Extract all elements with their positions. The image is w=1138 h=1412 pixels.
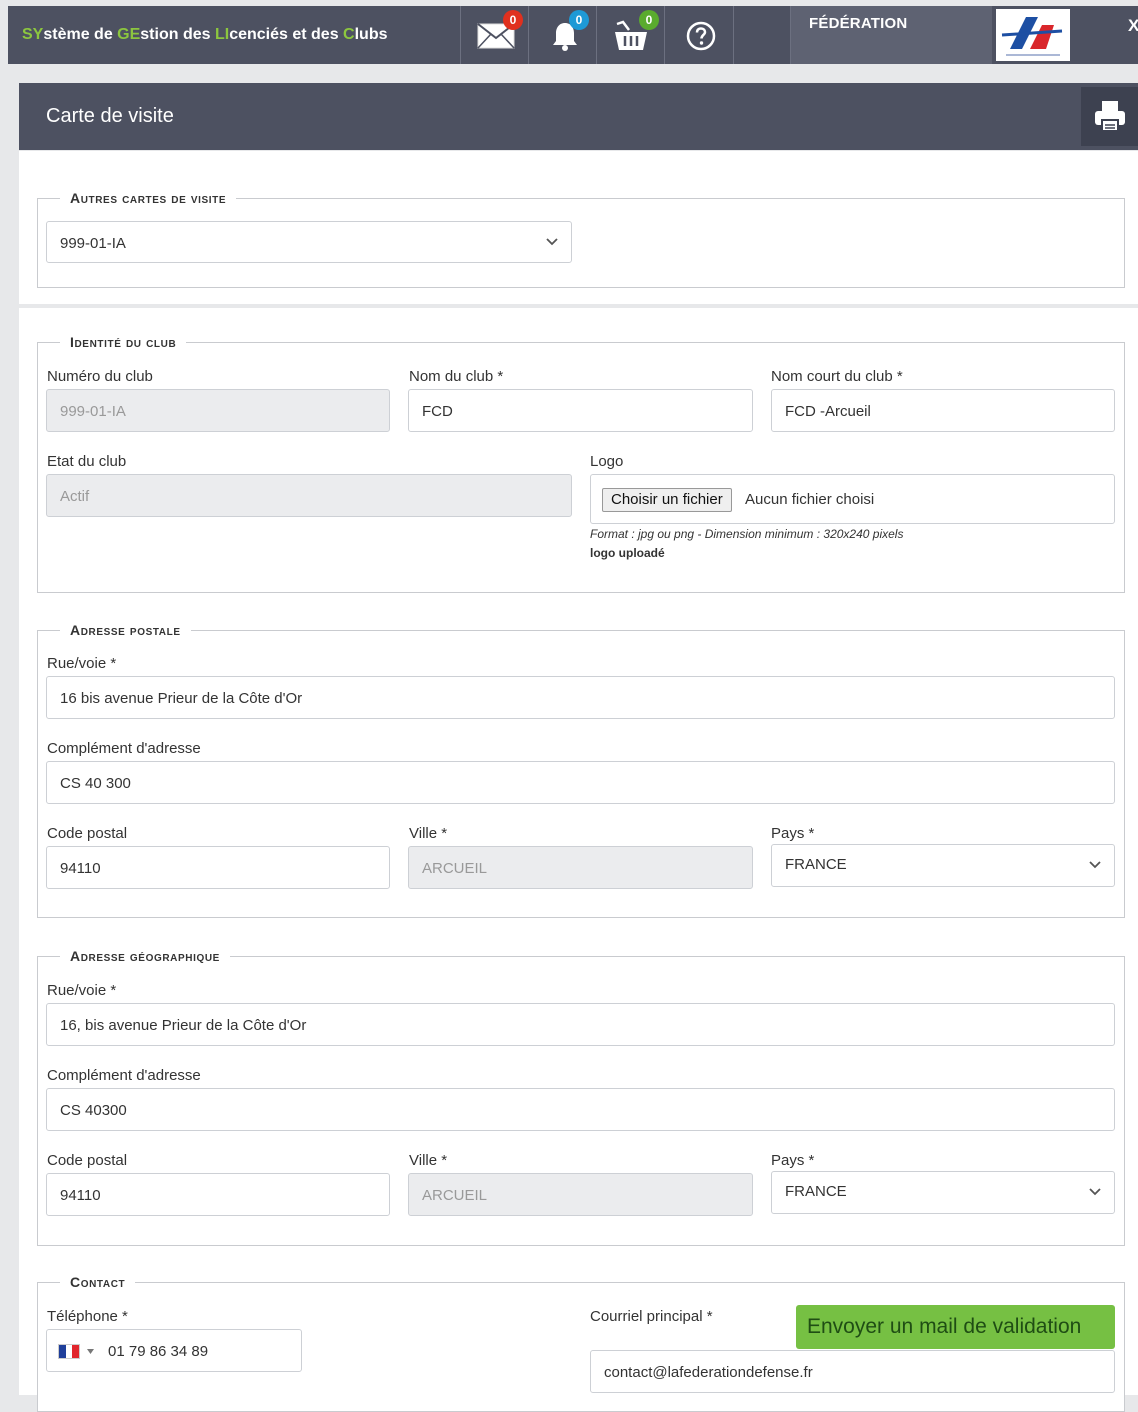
logo-label: Logo [590, 453, 624, 470]
messages-button[interactable]: 0 [460, 6, 528, 64]
phone-value: 01 79 86 34 89 [108, 1343, 209, 1360]
cart-count-badge: 0 [639, 10, 659, 30]
printer-icon [1095, 101, 1125, 132]
logo-format-hint: Format : jpg ou png - Dimension minimum … [590, 527, 904, 541]
geo-city-field[interactable]: ARCUEIL [408, 1173, 753, 1216]
mail-count-badge: 0 [503, 10, 523, 30]
notifications-button[interactable]: 0 [528, 6, 596, 64]
app-title-part: C [343, 26, 355, 43]
geo-zip-label: Code postal [47, 1152, 128, 1169]
chevron-down-icon [1089, 1188, 1101, 1196]
federation-logo-image [1001, 15, 1063, 56]
club-short-name-label: Nom court du club * [771, 368, 903, 385]
logo-file-input[interactable]: Choisir un fichier Aucun fichier choisi [590, 474, 1115, 524]
app-title-part: cenciés et des [229, 26, 344, 43]
other-cards-legend: Autres cartes de visite [60, 190, 237, 206]
app-title: SYstème de GEstion des LIcenciés et des … [22, 26, 387, 44]
postal-country-select[interactable]: FRANCE [771, 844, 1115, 887]
club-short-name-field[interactable]: FCD -Arcueil [771, 389, 1115, 432]
postal-city-field[interactable]: ARCUEIL [408, 846, 753, 889]
postal-zip-field[interactable]: 94110 [46, 846, 390, 889]
top-navbar: SYstème de GEstion des LIcenciés et des … [8, 6, 1138, 64]
page-header: Carte de visite [19, 83, 1138, 150]
postal-street-field[interactable]: 16 bis avenue Prieur de la Côte d'Or [46, 676, 1115, 719]
notification-count-badge: 0 [569, 10, 589, 30]
postal-street-label: Rue/voie * [47, 655, 117, 672]
geo-complement-label: Complément d'adresse [47, 1067, 201, 1084]
close-button[interactable]: X [1128, 16, 1138, 36]
postal-country-label: Pays * [771, 825, 815, 842]
send-validation-mail-button[interactable]: Envoyer un mail de validation [796, 1305, 1115, 1349]
club-number-field[interactable]: 999-01-IA [46, 389, 390, 432]
email-label: Courriel principal * [590, 1308, 713, 1325]
app-title-part: SY [22, 26, 44, 43]
caret-down-icon [87, 1349, 94, 1354]
phone-label: Téléphone * [47, 1308, 128, 1325]
geo-zip-field[interactable]: 94110 [46, 1173, 390, 1216]
help-button[interactable] [664, 6, 734, 64]
club-status-label: Etat du club [47, 453, 127, 470]
geo-country-value: FRANCE [785, 1183, 847, 1200]
geo-address-legend: Adresse géographique [60, 948, 230, 964]
geo-country-select[interactable]: FRANCE [771, 1171, 1115, 1214]
postal-city-label: Ville * [409, 825, 448, 842]
geo-country-label: Pays * [771, 1152, 815, 1169]
geo-street-label: Rue/voie * [47, 982, 117, 999]
page-title: Carte de visite [46, 105, 174, 127]
app-title-part: stion des [140, 26, 215, 43]
postal-country-value: FRANCE [785, 856, 847, 873]
other-cards-select[interactable]: 999-01-IA [46, 221, 572, 263]
club-status-field[interactable]: Actif [46, 474, 572, 517]
club-identity-fieldset: Identité du club [37, 334, 1125, 593]
federation-label: FÉDÉRATION [809, 15, 908, 32]
app-title-part: stème de [43, 26, 118, 43]
phone-field[interactable]: 01 79 86 34 89 [46, 1329, 302, 1372]
geo-complement-field[interactable]: CS 40300 [46, 1088, 1115, 1131]
logo-upload-status: logo uploadé [590, 546, 665, 560]
help-icon [686, 21, 716, 51]
postal-zip-label: Code postal [47, 825, 128, 842]
club-identity-legend: Identité du club [60, 334, 187, 350]
chevron-down-icon [546, 238, 558, 246]
cart-button[interactable]: 0 [596, 6, 664, 64]
federation-logo [996, 9, 1070, 61]
app-title-part: lubs [354, 26, 388, 43]
federation-menu[interactable]: FÉDÉRATION [790, 6, 992, 64]
print-button[interactable] [1081, 87, 1138, 146]
postal-complement-field[interactable]: CS 40 300 [46, 761, 1115, 804]
geo-city-label: Ville * [409, 1152, 448, 1169]
club-name-field[interactable]: FCD [408, 389, 753, 432]
postal-complement-label: Complément d'adresse [47, 740, 201, 757]
geo-street-field[interactable]: 16, bis avenue Prieur de la Côte d'Or [46, 1003, 1115, 1046]
france-flag-icon [58, 1344, 80, 1359]
file-status-text: Aucun fichier choisi [745, 491, 875, 508]
other-cards-selected: 999-01-IA [60, 235, 126, 252]
app-title-part: LI [214, 26, 230, 43]
choose-file-button[interactable]: Choisir un fichier [602, 488, 732, 512]
club-name-label: Nom du club * [409, 368, 504, 385]
chevron-down-icon [1089, 861, 1101, 869]
contact-legend: Contact [60, 1274, 136, 1290]
app-title-part: GE [117, 26, 141, 43]
club-number-label: Numéro du club [47, 368, 153, 385]
postal-address-legend: Adresse postale [60, 622, 191, 638]
email-field[interactable]: contact@lafederationdefense.fr [590, 1350, 1115, 1393]
